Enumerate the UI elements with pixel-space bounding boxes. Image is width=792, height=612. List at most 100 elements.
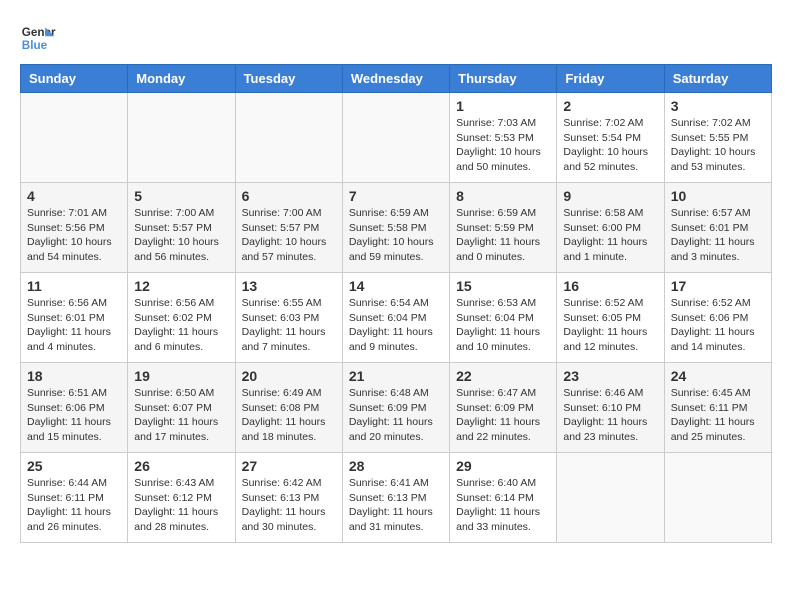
calendar-cell <box>557 453 664 543</box>
calendar-cell: 7 Sunrise: 6:59 AMSunset: 5:58 PMDaylight… <box>342 183 449 273</box>
day-info: Sunrise: 6:53 AMSunset: 6:04 PMDaylight:… <box>456 296 550 355</box>
day-number: 6 <box>242 188 336 204</box>
calendar-week-row: 11 Sunrise: 6:56 AMSunset: 6:01 PMDayligh… <box>21 273 772 363</box>
logo: General Blue <box>20 20 56 56</box>
calendar-cell: 1Sunrise: 7:03 AMSunset: 5:53 PMDaylight… <box>450 93 557 183</box>
day-info: Sunrise: 7:02 AMSunset: 5:54 PMDaylight:… <box>563 116 657 175</box>
day-info: Sunrise: 6:46 AMSunset: 6:10 PMDaylight:… <box>563 386 657 445</box>
calendar-cell: 6 Sunrise: 7:00 AMSunset: 5:57 PMDaylight… <box>235 183 342 273</box>
day-info: Sunrise: 6:57 AMSunset: 6:01 PMDaylight:… <box>671 206 765 265</box>
calendar-week-row: 4Sunrise: 7:01 AMSunset: 5:56 PMDaylight… <box>21 183 772 273</box>
calendar-cell <box>128 93 235 183</box>
calendar-week-row: 1Sunrise: 7:03 AMSunset: 5:53 PMDaylight… <box>21 93 772 183</box>
calendar-cell: 17 Sunrise: 6:52 AMSunset: 6:06 PMDayligh… <box>664 273 771 363</box>
calendar-cell <box>235 93 342 183</box>
calendar-cell: 29Sunrise: 6:40 AMSunset: 6:14 PMDayligh… <box>450 453 557 543</box>
day-number: 17 <box>671 278 765 294</box>
day-number: 11 <box>27 278 121 294</box>
day-number: 27 <box>242 458 336 474</box>
day-info: Sunrise: 6:59 AMSunset: 5:58 PMDaylight:… <box>349 206 443 265</box>
calendar-cell: 10 Sunrise: 6:57 AMSunset: 6:01 PMDayligh… <box>664 183 771 273</box>
calendar-cell: 9 Sunrise: 6:58 AMSunset: 6:00 PMDaylight… <box>557 183 664 273</box>
day-info: Sunrise: 6:42 AMSunset: 6:13 PMDaylight:… <box>242 476 336 535</box>
day-info: Sunrise: 7:00 AMSunset: 5:57 PMDaylight:… <box>134 206 228 265</box>
day-number: 7 <box>349 188 443 204</box>
calendar-cell: 11 Sunrise: 6:56 AMSunset: 6:01 PMDayligh… <box>21 273 128 363</box>
day-number: 5 <box>134 188 228 204</box>
day-info: Sunrise: 6:52 AMSunset: 6:06 PMDaylight:… <box>671 296 765 355</box>
day-info: Sunrise: 6:56 AMSunset: 6:02 PMDaylight:… <box>134 296 228 355</box>
calendar-cell: 12 Sunrise: 6:56 AMSunset: 6:02 PMDayligh… <box>128 273 235 363</box>
calendar-cell: 4Sunrise: 7:01 AMSunset: 5:56 PMDaylight… <box>21 183 128 273</box>
calendar-cell: 19 Sunrise: 6:50 AMSunset: 6:07 PMDayligh… <box>128 363 235 453</box>
calendar-week-row: 18 Sunrise: 6:51 AMSunset: 6:06 PMDayligh… <box>21 363 772 453</box>
day-info: Sunrise: 6:51 AMSunset: 6:06 PMDaylight:… <box>27 386 121 445</box>
day-number: 29 <box>456 458 550 474</box>
day-number: 12 <box>134 278 228 294</box>
day-number: 25 <box>27 458 121 474</box>
day-number: 18 <box>27 368 121 384</box>
day-info: Sunrise: 6:49 AMSunset: 6:08 PMDaylight:… <box>242 386 336 445</box>
weekday-header-sunday: Sunday <box>21 65 128 93</box>
calendar-cell <box>664 453 771 543</box>
weekday-header-tuesday: Tuesday <box>235 65 342 93</box>
day-info: Sunrise: 7:03 AMSunset: 5:53 PMDaylight:… <box>456 116 550 175</box>
day-info: Sunrise: 6:58 AMSunset: 6:00 PMDaylight:… <box>563 206 657 265</box>
day-info: Sunrise: 6:45 AMSunset: 6:11 PMDaylight:… <box>671 386 765 445</box>
calendar-cell: 27 Sunrise: 6:42 AMSunset: 6:13 PMDayligh… <box>235 453 342 543</box>
svg-text:General: General <box>22 26 56 39</box>
calendar-cell: 2 Sunrise: 7:02 AMSunset: 5:54 PMDaylight… <box>557 93 664 183</box>
calendar-cell: 13 Sunrise: 6:55 AMSunset: 6:03 PMDayligh… <box>235 273 342 363</box>
day-info: Sunrise: 6:47 AMSunset: 6:09 PMDaylight:… <box>456 386 550 445</box>
day-info: Sunrise: 6:44 AMSunset: 6:11 PMDaylight:… <box>27 476 121 535</box>
day-number: 13 <box>242 278 336 294</box>
calendar-cell: 16Sunrise: 6:52 AMSunset: 6:05 PMDayligh… <box>557 273 664 363</box>
weekday-header-wednesday: Wednesday <box>342 65 449 93</box>
day-number: 15 <box>456 278 550 294</box>
calendar-cell <box>342 93 449 183</box>
day-info: Sunrise: 6:50 AMSunset: 6:07 PMDaylight:… <box>134 386 228 445</box>
calendar-cell: 15 Sunrise: 6:53 AMSunset: 6:04 PMDayligh… <box>450 273 557 363</box>
day-number: 24 <box>671 368 765 384</box>
day-info: Sunrise: 7:01 AMSunset: 5:56 PMDaylight:… <box>27 206 121 265</box>
day-number: 2 <box>563 98 657 114</box>
logo-icon: General Blue <box>20 20 56 56</box>
calendar-cell: 21 Sunrise: 6:48 AMSunset: 6:09 PMDayligh… <box>342 363 449 453</box>
day-number: 20 <box>242 368 336 384</box>
calendar-cell: 3 Sunrise: 7:02 AMSunset: 5:55 PMDaylight… <box>664 93 771 183</box>
calendar-cell: 14Sunrise: 6:54 AMSunset: 6:04 PMDayligh… <box>342 273 449 363</box>
calendar-cell: 24 Sunrise: 6:45 AMSunset: 6:11 PMDayligh… <box>664 363 771 453</box>
calendar-cell: 25 Sunrise: 6:44 AMSunset: 6:11 PMDayligh… <box>21 453 128 543</box>
weekday-header-friday: Friday <box>557 65 664 93</box>
day-info: Sunrise: 6:56 AMSunset: 6:01 PMDaylight:… <box>27 296 121 355</box>
weekday-header-saturday: Saturday <box>664 65 771 93</box>
calendar-week-row: 25 Sunrise: 6:44 AMSunset: 6:11 PMDayligh… <box>21 453 772 543</box>
day-number: 3 <box>671 98 765 114</box>
calendar-cell: 8 Sunrise: 6:59 AMSunset: 5:59 PMDaylight… <box>450 183 557 273</box>
day-number: 10 <box>671 188 765 204</box>
calendar-cell: 23 Sunrise: 6:46 AMSunset: 6:10 PMDayligh… <box>557 363 664 453</box>
day-info: Sunrise: 6:54 AMSunset: 6:04 PMDaylight:… <box>349 296 443 355</box>
calendar-cell: 18 Sunrise: 6:51 AMSunset: 6:06 PMDayligh… <box>21 363 128 453</box>
day-info: Sunrise: 6:59 AMSunset: 5:59 PMDaylight:… <box>456 206 550 265</box>
calendar-cell: 26Sunrise: 6:43 AMSunset: 6:12 PMDayligh… <box>128 453 235 543</box>
day-number: 21 <box>349 368 443 384</box>
day-info: Sunrise: 7:00 AMSunset: 5:57 PMDaylight:… <box>242 206 336 265</box>
day-info: Sunrise: 6:48 AMSunset: 6:09 PMDaylight:… <box>349 386 443 445</box>
calendar-cell: 22 Sunrise: 6:47 AMSunset: 6:09 PMDayligh… <box>450 363 557 453</box>
day-number: 8 <box>456 188 550 204</box>
day-number: 22 <box>456 368 550 384</box>
day-info: Sunrise: 6:55 AMSunset: 6:03 PMDaylight:… <box>242 296 336 355</box>
day-info: Sunrise: 6:52 AMSunset: 6:05 PMDaylight:… <box>563 296 657 355</box>
day-number: 9 <box>563 188 657 204</box>
day-number: 28 <box>349 458 443 474</box>
day-info: Sunrise: 7:02 AMSunset: 5:55 PMDaylight:… <box>671 116 765 175</box>
page-header: General Blue <box>20 20 772 56</box>
weekday-header-monday: Monday <box>128 65 235 93</box>
day-number: 19 <box>134 368 228 384</box>
day-info: Sunrise: 6:41 AMSunset: 6:13 PMDaylight:… <box>349 476 443 535</box>
calendar-cell <box>21 93 128 183</box>
calendar-cell: 28 Sunrise: 6:41 AMSunset: 6:13 PMDayligh… <box>342 453 449 543</box>
svg-text:Blue: Blue <box>22 39 48 52</box>
day-number: 23 <box>563 368 657 384</box>
